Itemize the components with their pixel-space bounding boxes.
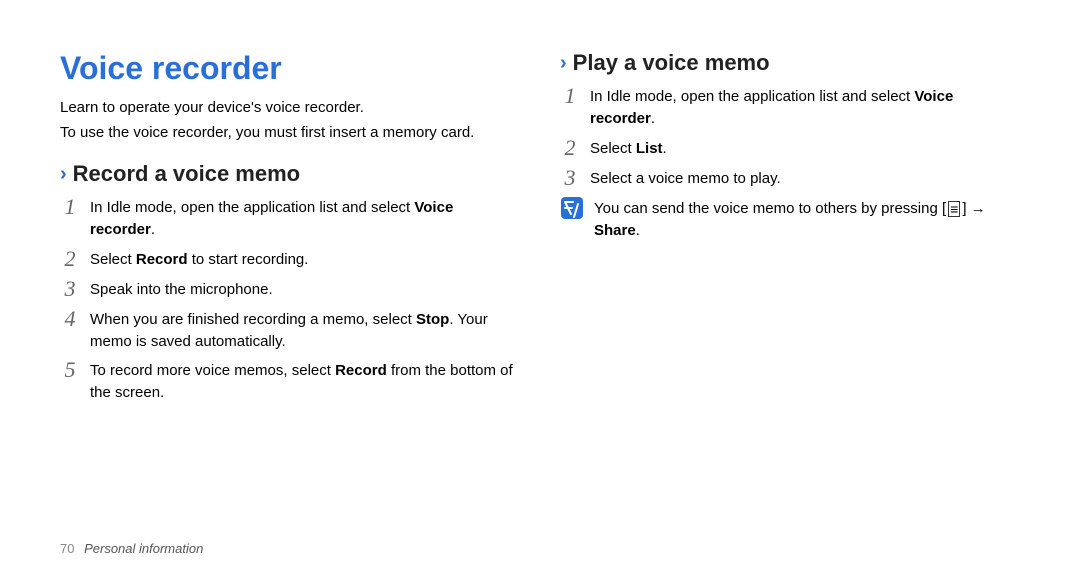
step-number: 1 [60,195,80,219]
step-number: 2 [60,247,80,271]
section-heading-play-text: Play a voice memo [573,50,770,76]
note-icon [560,196,584,220]
section-heading-record-text: Record a voice memo [73,161,300,187]
footer-section-name: Personal information [84,541,203,556]
step-number: 4 [60,307,80,331]
section-heading-record: › Record a voice memo [60,161,520,187]
list-item: 2 Select List. [560,136,1020,160]
list-item: 3 Select a voice memo to play. [560,166,1020,190]
list-item: 1 In Idle mode, open the application lis… [60,195,520,241]
step-number: 3 [60,277,80,301]
step-body: Select Record to start recording. [90,247,520,271]
step-body: Select List. [590,136,1020,160]
step-body: When you are finished recording a memo, … [90,307,520,353]
step-body: In Idle mode, open the application list … [590,84,1020,130]
intro-text-1: Learn to operate your device's voice rec… [60,97,520,118]
note-box: You can send the voice memo to others by… [560,196,1020,242]
step-number: 2 [560,136,580,160]
record-steps-list: 1 In Idle mode, open the application lis… [60,195,520,404]
chevron-icon: › [560,53,567,73]
page-number: 70 [60,541,74,556]
section-heading-play: › Play a voice memo [560,50,1020,76]
step-number: 3 [560,166,580,190]
right-column: › Play a voice memo 1 In Idle mode, open… [560,50,1020,410]
menu-key-icon: ≡ [948,201,960,217]
note-body: You can send the voice memo to others by… [594,196,1020,242]
list-item: 2 Select Record to start recording. [60,247,520,271]
left-column: Voice recorder Learn to operate your dev… [60,50,520,410]
step-body: To record more voice memos, select Recor… [90,358,520,404]
step-body: Speak into the microphone. [90,277,520,301]
intro-text-2: To use the voice recorder, you must firs… [60,122,520,143]
chevron-icon: › [60,164,67,184]
step-body: In Idle mode, open the application list … [90,195,520,241]
play-steps-list: 1 In Idle mode, open the application lis… [560,84,1020,190]
list-item: 5 To record more voice memos, select Rec… [60,358,520,404]
step-number: 5 [60,358,80,382]
page-title: Voice recorder [60,50,520,87]
list-item: 3 Speak into the microphone. [60,277,520,301]
list-item: 1 In Idle mode, open the application lis… [560,84,1020,130]
list-item: 4 When you are finished recording a memo… [60,307,520,353]
page-footer: 70 Personal information [60,541,203,556]
step-number: 1 [560,84,580,108]
step-body: Select a voice memo to play. [590,166,1020,190]
